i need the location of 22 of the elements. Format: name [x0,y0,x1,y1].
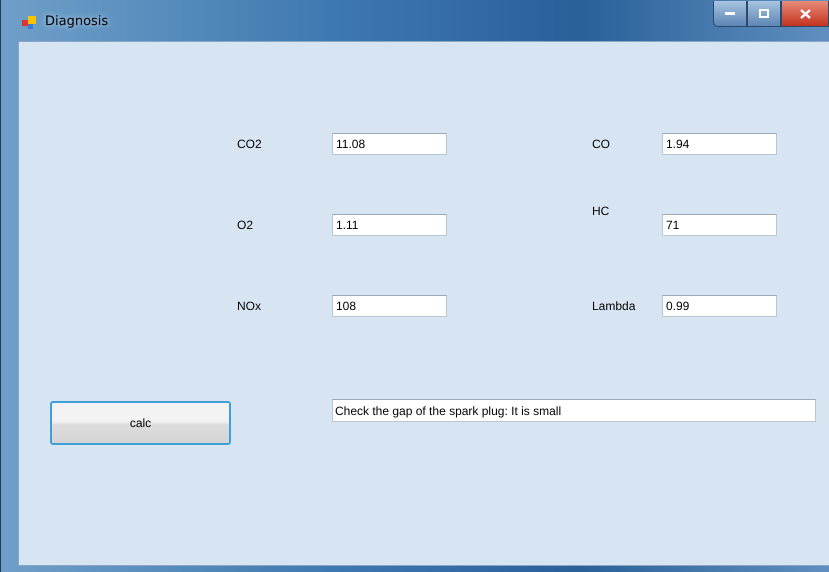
calc-button[interactable]: calc [50,401,231,445]
input-field[interactable]: 1.11 [332,214,447,236]
close-icon [800,8,810,18]
app-icon [22,16,36,29]
input-field[interactable]: 11.08 [332,133,447,155]
minimize-button[interactable] [713,1,747,27]
result-field[interactable]: Check the gap of the spark plug: It is small [332,399,816,422]
input-field[interactable]: 108 [332,295,447,317]
maximize-button[interactable] [747,1,781,27]
field-label: HC [592,204,610,218]
field-label: O2 [237,218,254,232]
input-field[interactable]: 71 [662,214,777,236]
input-field[interactable]: 1.94 [662,133,777,155]
window-title: Diagnosis [45,14,108,29]
field-label: CO2 [237,137,263,151]
close-button[interactable] [781,1,829,27]
input-field[interactable]: 0.99 [662,295,777,317]
field-label: CO [592,137,611,151]
field-label: NOx [237,299,262,313]
minimize-icon [725,12,735,16]
field-label: Lambda [592,299,636,313]
maximize-icon [759,9,769,18]
